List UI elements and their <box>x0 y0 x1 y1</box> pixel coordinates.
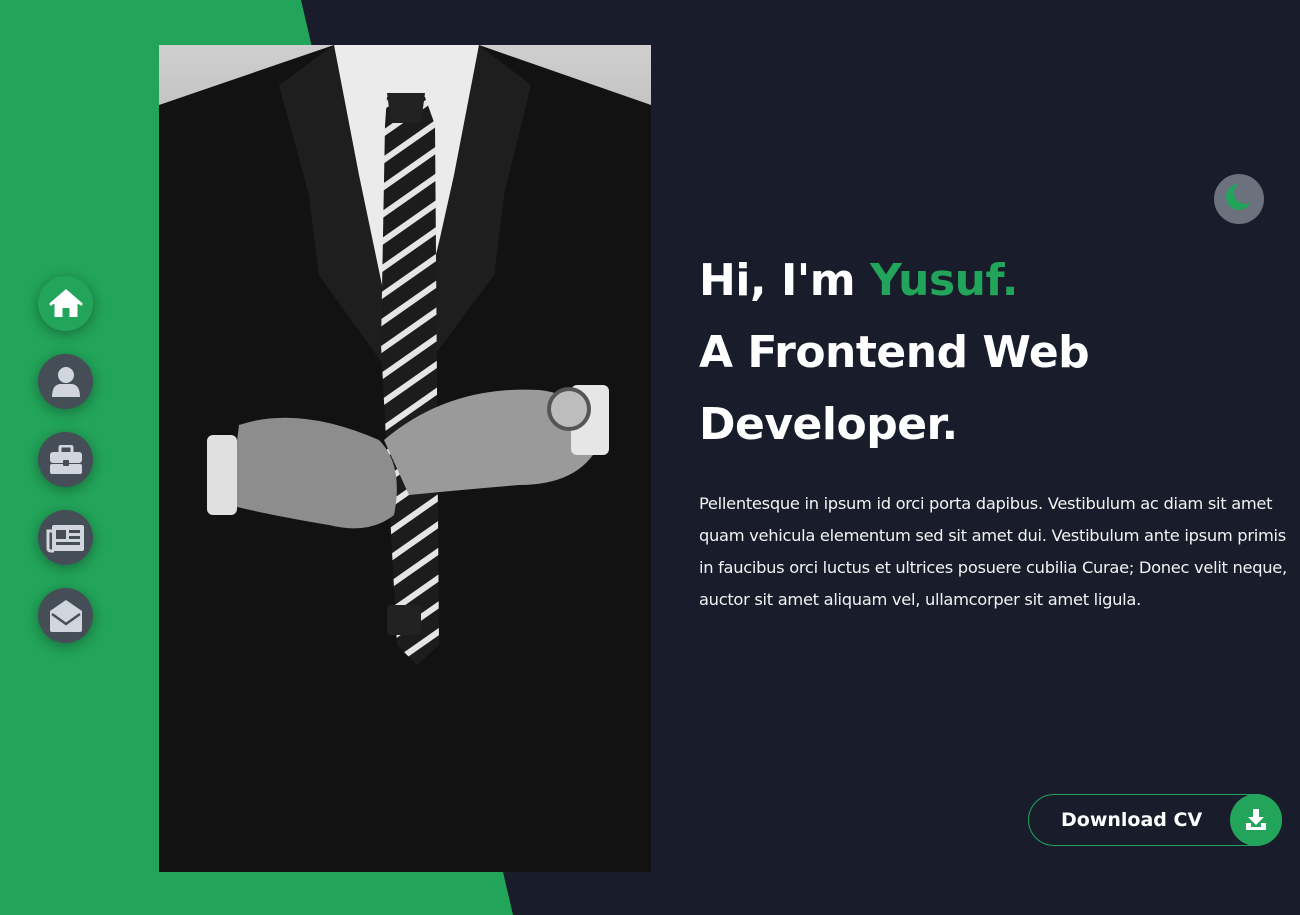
download-cv-button[interactable]: Download CV <box>1028 794 1282 846</box>
side-nav <box>38 276 93 643</box>
moon-icon <box>1224 182 1256 216</box>
theme-toggle-button[interactable] <box>1214 174 1264 224</box>
photo-illustration <box>159 45 651 872</box>
page: Hi, I'm Yusuf. A Frontend Web Developer.… <box>0 0 1300 915</box>
briefcase-icon <box>49 444 83 475</box>
nav-contact-button[interactable] <box>38 588 93 643</box>
hero-line-2: A Frontend Web <box>699 327 1090 378</box>
hero-description: Pellentesque in ipsum id orci porta dapi… <box>699 494 1287 609</box>
download-icon <box>1230 794 1282 846</box>
hero-greeting: Hi, I'm <box>699 255 870 306</box>
hero-title: Hi, I'm Yusuf. A Frontend Web Developer. <box>699 245 1299 461</box>
envelope-open-icon <box>48 599 84 633</box>
download-cv-label: Download CV <box>1061 809 1203 831</box>
nav-home-button[interactable] <box>38 276 93 331</box>
nav-about-button[interactable] <box>38 354 93 409</box>
hero-line-3: Developer. <box>699 399 958 450</box>
hero-section: Hi, I'm Yusuf. A Frontend Web Developer.… <box>699 245 1299 616</box>
profile-photo <box>159 45 651 872</box>
home-icon <box>49 289 83 319</box>
newspaper-icon <box>46 523 86 553</box>
nav-portfolio-button[interactable] <box>38 432 93 487</box>
nav-blog-button[interactable] <box>38 510 93 565</box>
user-icon <box>51 366 81 398</box>
hero-name: Yusuf. <box>869 255 1018 306</box>
